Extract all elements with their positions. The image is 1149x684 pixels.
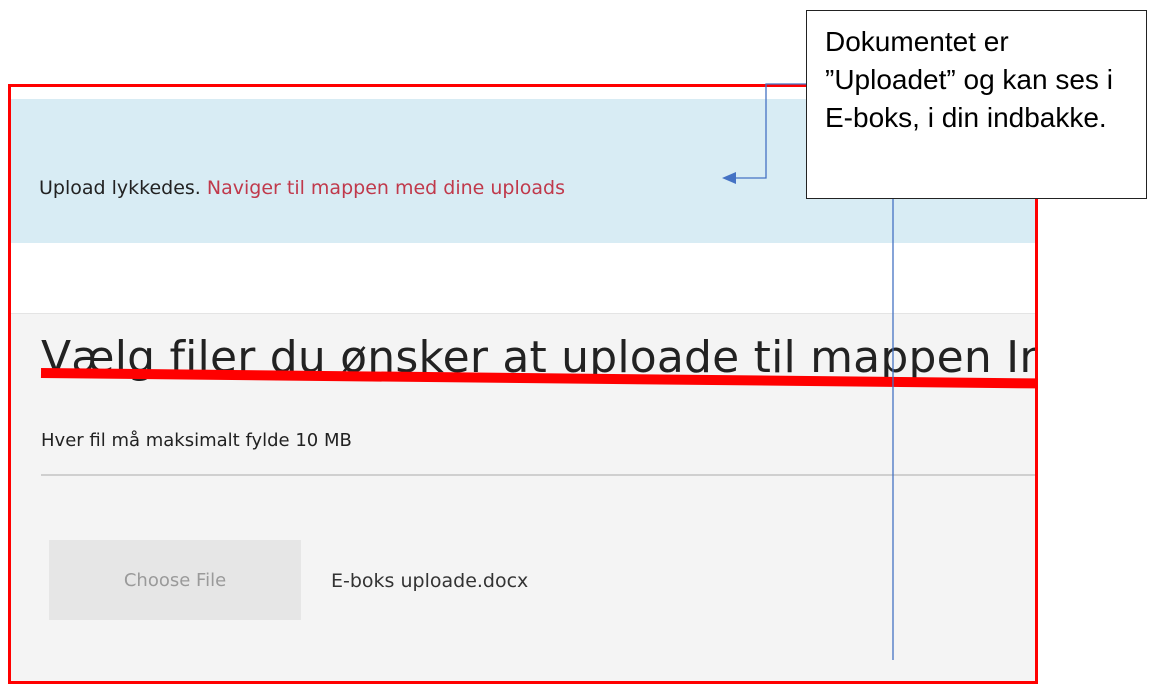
banner-message: Upload lykkedes. Naviger til mappen med … [39, 177, 565, 199]
size-limit-note: Hver fil må maksimalt fylde 10 MB [41, 430, 352, 451]
upload-status-text: Upload lykkedes. [39, 177, 201, 199]
uploads-folder-link[interactable]: Naviger til mappen med dine uploads [207, 177, 565, 199]
divider [41, 474, 1035, 476]
annotation-callout: Dokumentet er ”Uploadet” og kan ses i E-… [806, 10, 1147, 199]
selected-file-name: E-boks uploade.docx [331, 570, 529, 592]
choose-file-button[interactable]: Choose File [49, 540, 301, 620]
upload-panel: Vælg filer du ønsker at uploade til mapp… [11, 313, 1035, 681]
